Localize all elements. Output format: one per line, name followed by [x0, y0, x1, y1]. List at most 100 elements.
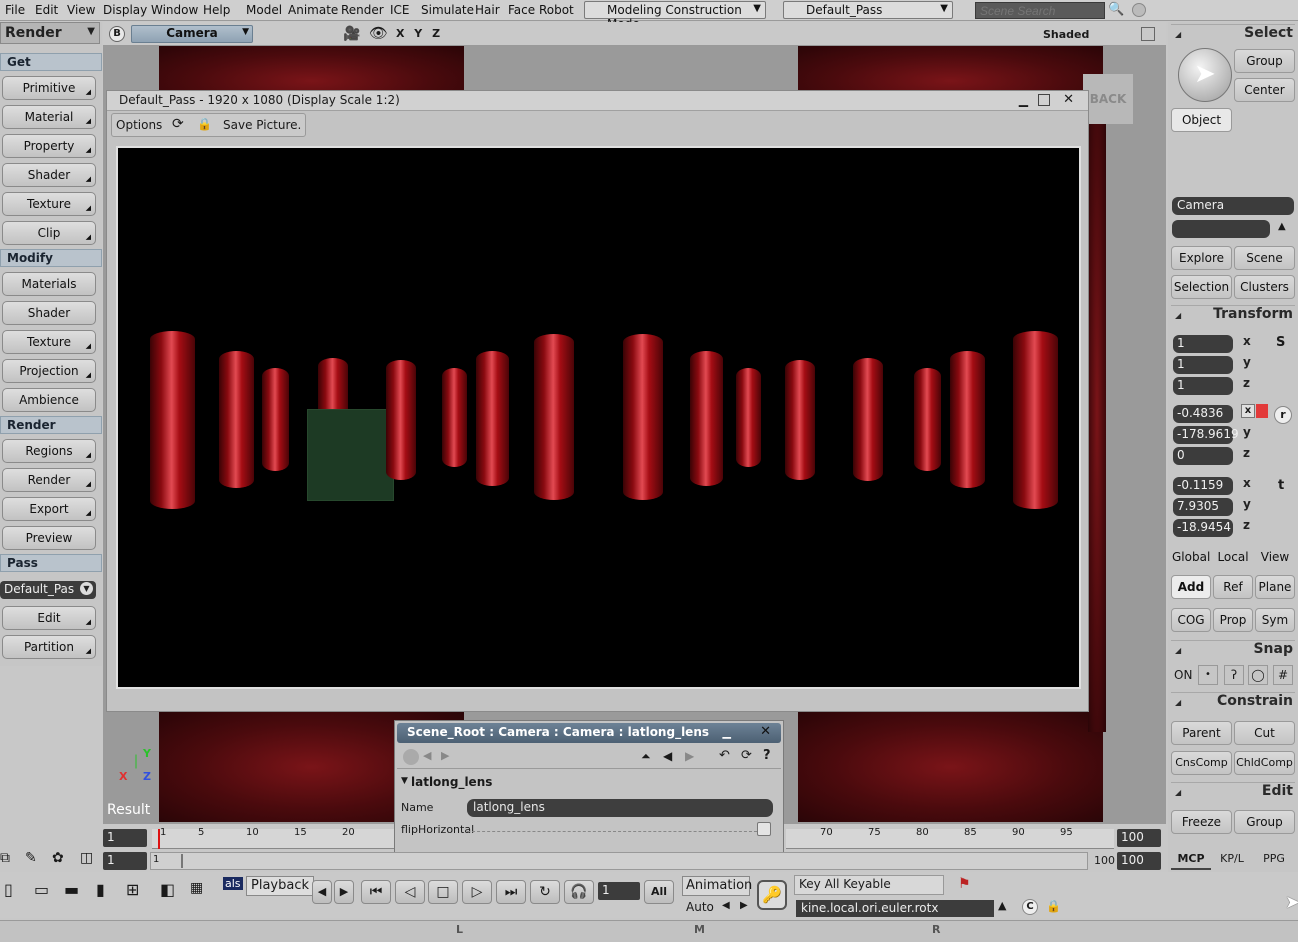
menu-file[interactable]: File: [5, 3, 25, 17]
export-button[interactable]: Export ◢: [2, 497, 96, 521]
view-button[interactable]: View: [1255, 545, 1295, 569]
loop-icon[interactable]: ↻: [530, 880, 560, 904]
split-icon[interactable]: ◫: [80, 850, 93, 866]
texture-button[interactable]: Texture ◢: [2, 192, 96, 216]
sym-button[interactable]: Sym: [1255, 608, 1295, 632]
render-region-window[interactable]: Default_Pass - 1920 x 1080 (Display Scal…: [106, 90, 1089, 712]
snap-curve-icon[interactable]: ʔ: [1224, 665, 1244, 685]
collapse-arrow-icon[interactable]: ▼: [401, 776, 408, 786]
all-button[interactable]: All: [644, 880, 674, 904]
clip-button[interactable]: Clip ◢: [2, 221, 96, 245]
refresh-icon[interactable]: ⟳: [172, 116, 184, 132]
translate-icon[interactable]: t: [1278, 478, 1284, 493]
maximize-viewport-icon[interactable]: [1141, 27, 1155, 41]
selection-name-field[interactable]: Camera: [1172, 197, 1294, 215]
lock-icon[interactable]: [403, 749, 419, 765]
save-picture-button[interactable]: Save Picture.: [223, 118, 301, 132]
property-editor[interactable]: Scene_Root : Camera : Camera : latlong_l…: [394, 720, 784, 854]
translation-z-field[interactable]: -18.9454: [1173, 519, 1233, 537]
translation-z-axis[interactable]: z: [1243, 518, 1250, 532]
parent-button[interactable]: Parent: [1171, 721, 1232, 745]
module-model[interactable]: Model: [246, 3, 282, 17]
minimize-icon[interactable]: ▁: [1019, 93, 1028, 107]
ref-button[interactable]: Ref: [1213, 575, 1253, 599]
search-icon[interactable]: 🔍: [1108, 2, 1124, 17]
rotation-x-axis[interactable]: x: [1241, 404, 1255, 418]
play-forward-icon[interactable]: ▷: [462, 880, 492, 904]
camera-icon[interactable]: 🎥: [343, 26, 360, 42]
rotation-x-field[interactable]: -0.4836: [1173, 405, 1233, 423]
translation-y-axis[interactable]: y: [1243, 497, 1251, 511]
selection-filter-field[interactable]: [1172, 220, 1270, 238]
scale-y-axis[interactable]: y: [1243, 355, 1251, 369]
parameter-field[interactable]: kine.local.ori.euler.rotx: [796, 900, 994, 917]
layout-four-icon[interactable]: ⊞: [126, 880, 139, 899]
translation-x-axis[interactable]: x: [1243, 476, 1251, 490]
render-button[interactable]: Render ◢: [2, 468, 96, 492]
select-center-button[interactable]: Center: [1234, 78, 1295, 102]
range-handle[interactable]: [181, 854, 183, 868]
close-icon[interactable]: ✕: [760, 724, 771, 739]
als-field[interactable]: als: [223, 877, 243, 890]
maximize-icon[interactable]: [1038, 94, 1050, 106]
play-backward-icon[interactable]: ◁: [395, 880, 425, 904]
timeline-start-field[interactable]: 1: [103, 829, 147, 847]
select-arrow-icon[interactable]: ➤: [1178, 48, 1232, 102]
lock-icon[interactable]: 🔒: [1046, 899, 1061, 913]
auto-key-toggle[interactable]: Auto: [686, 900, 714, 914]
partition-button[interactable]: Partition ◢: [2, 635, 96, 659]
select-object-button[interactable]: Object: [1171, 108, 1232, 132]
save-preset-icon[interactable]: ◀: [663, 749, 672, 763]
next-key-icon[interactable]: ▶: [334, 880, 354, 904]
explore-button[interactable]: Explore: [1171, 246, 1232, 270]
options-menu[interactable]: Options: [116, 118, 162, 132]
axes-toggle[interactable]: X Y Z: [396, 27, 443, 40]
add-button[interactable]: Add: [1171, 575, 1211, 599]
select-header[interactable]: ◢ Select: [1171, 24, 1295, 44]
pass-select[interactable]: Default_Pas ▼: [0, 581, 96, 599]
range-start-field[interactable]: 1: [103, 852, 147, 870]
regions-button[interactable]: Regions ◢: [2, 439, 96, 463]
module-hair[interactable]: Hair: [475, 3, 500, 17]
scale-x-axis[interactable]: x: [1243, 334, 1251, 348]
tab-kpl[interactable]: KP/L: [1212, 848, 1252, 870]
module-render[interactable]: Render: [341, 3, 384, 17]
brush-icon[interactable]: ✎: [25, 850, 37, 866]
first-frame-icon[interactable]: ⏮: [361, 880, 391, 904]
scene-search-input[interactable]: [975, 2, 1105, 19]
freeze-button[interactable]: Freeze: [1171, 810, 1232, 834]
forward-arrow-icon[interactable]: ▶: [441, 749, 449, 762]
previous-key-icon[interactable]: ◀: [312, 880, 332, 904]
playback-menu[interactable]: Playback: [246, 876, 315, 896]
menu-edit[interactable]: Edit: [35, 3, 58, 17]
eye-icon[interactable]: 👁: [369, 24, 388, 42]
key-icon[interactable]: 🔑: [757, 880, 787, 910]
property-button[interactable]: Property ◢: [2, 134, 96, 158]
parameter-dropdown-icon[interactable]: ▲: [998, 899, 1006, 912]
layout-custom-icon[interactable]: ▦: [190, 880, 203, 896]
menu-display[interactable]: Display: [103, 3, 147, 17]
rotate-icon[interactable]: r: [1274, 406, 1292, 424]
module-face-robot[interactable]: Face Robot: [508, 3, 574, 17]
selection-button[interactable]: Selection: [1171, 275, 1232, 299]
chldcomp-button[interactable]: ChldComp: [1234, 751, 1295, 775]
snap-grid-icon[interactable]: #: [1273, 665, 1293, 685]
tab-ppg[interactable]: PPG: [1254, 848, 1294, 870]
apply-preset-icon[interactable]: ▶: [685, 749, 694, 763]
scale-x-field[interactable]: 1: [1173, 335, 1233, 353]
viewport-letter[interactable]: B: [109, 26, 125, 42]
current-frame-field[interactable]: 1: [598, 882, 640, 900]
snap-on-toggle[interactable]: ON: [1174, 668, 1192, 682]
tab-mcp[interactable]: MCP: [1171, 848, 1211, 870]
keyed-marker[interactable]: [1256, 404, 1268, 418]
constrain-header[interactable]: ◢ Constrain: [1171, 692, 1295, 712]
shader-button[interactable]: Shader ◢: [2, 163, 96, 187]
scene-button[interactable]: Scene: [1234, 246, 1295, 270]
timeline-track-right[interactable]: 70 75 80 85 90 95: [786, 827, 1114, 849]
range-slider[interactable]: 1: [150, 852, 1088, 870]
shading-mode[interactable]: Shaded: [1043, 28, 1089, 41]
material-button[interactable]: Material ◢: [2, 105, 96, 129]
previous-keyframe-icon[interactable]: ◀: [722, 900, 730, 911]
menu-help[interactable]: Help: [203, 3, 230, 17]
next-keyframe-icon[interactable]: ▶: [740, 900, 748, 911]
